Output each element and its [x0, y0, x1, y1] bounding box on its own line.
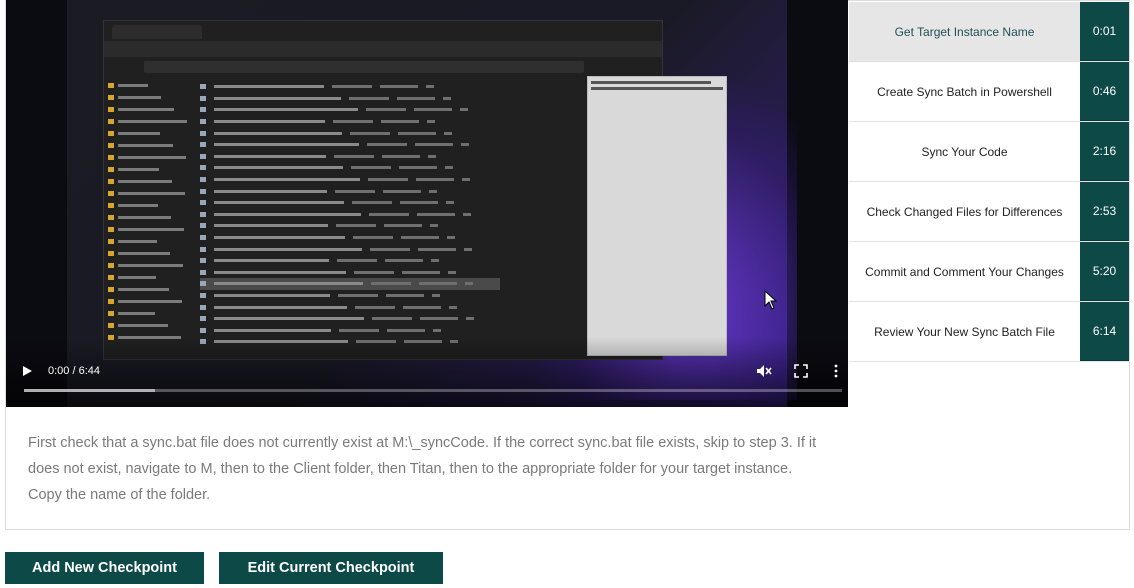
checkpoint-item[interactable]: Commit and Comment Your Changes 5:20 [849, 242, 1129, 302]
checkpoint-time: 6:14 [1080, 302, 1129, 361]
volume-muted-icon[interactable] [755, 363, 773, 379]
checkpoint-label: Get Target Instance Name [849, 2, 1080, 61]
checkpoint-time: 2:16 [1080, 122, 1129, 181]
checkpoint-item[interactable]: Check Changed Files for Differences 2:53 [849, 182, 1129, 242]
checkpoint-time: 2:53 [1080, 182, 1129, 241]
checkpoint-item[interactable]: Review Your New Sync Batch File 6:14 [849, 302, 1129, 362]
time-display: 0:00 / 6:44 [48, 365, 100, 377]
checkpoint-time: 5:20 [1080, 242, 1129, 301]
checkpoint-list: Get Target Instance Name 0:01 Create Sync … [849, 2, 1129, 362]
checkpoint-description: First check that a sync.bat file does no… [28, 435, 817, 503]
checkpoint-time: 0:01 [1080, 2, 1129, 61]
more-options-icon[interactable] [828, 363, 844, 379]
checkpoint-item[interactable]: Sync Your Code 2:16 [849, 122, 1129, 182]
play-icon[interactable] [20, 363, 34, 379]
checkpoint-label: Sync Your Code [921, 144, 1008, 159]
checkpoint-label: Review Your New Sync Batch File [874, 324, 1055, 339]
checkpoint-time: 0:46 [1080, 62, 1129, 121]
checkpoint-label: Check Changed Files for Differences [866, 204, 1063, 219]
progress-bar[interactable] [24, 389, 842, 392]
checkpoint-item[interactable]: Get Target Instance Name 0:01 [849, 2, 1129, 62]
file-explorer-screenshot [103, 20, 663, 360]
progress-buffered [24, 389, 155, 392]
add-checkpoint-button[interactable]: Add New Checkpoint [5, 552, 204, 584]
mouse-cursor-icon [764, 290, 778, 310]
notepad-window [587, 76, 727, 356]
video-player[interactable]: 0:00 / 6:44 [6, 0, 848, 407]
checkpoint-label: Commit and Comment Your Changes [865, 264, 1064, 279]
fullscreen-icon[interactable] [793, 363, 809, 379]
checkpoint-label: Create Sync Batch in Powershell [877, 84, 1052, 99]
checkpoint-item[interactable]: Create Sync Batch in Powershell 0:46 [849, 62, 1129, 122]
edit-checkpoint-button[interactable]: Edit Current Checkpoint [219, 552, 443, 584]
